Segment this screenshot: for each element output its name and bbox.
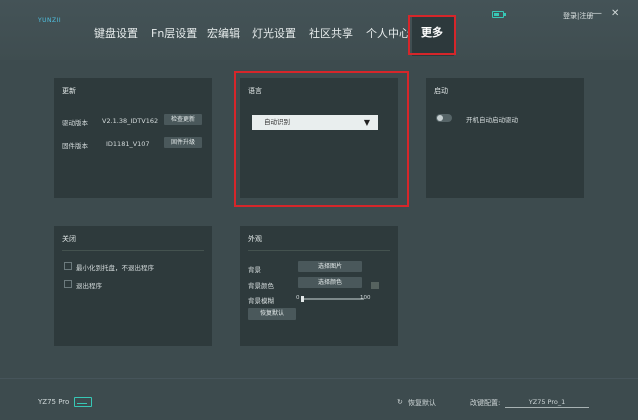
update-title: 更新 xyxy=(62,87,76,95)
blur-min: 0 xyxy=(296,295,300,301)
battery-icon xyxy=(492,11,506,18)
divider xyxy=(62,250,204,251)
close-title: 关闭 xyxy=(62,235,76,243)
blur-max: 100 xyxy=(360,295,371,301)
firmware-version-value: ID1181_V107 xyxy=(106,140,150,148)
footer-restore-default[interactable]: 恢复默认 xyxy=(408,398,436,408)
tab-personal-center[interactable]: 个人中心 xyxy=(366,25,410,41)
minimize-tray-checkbox[interactable] xyxy=(64,262,72,270)
toggle-knob xyxy=(437,115,443,121)
color-swatch[interactable] xyxy=(371,282,379,289)
autostart-label: 开机自动启动驱动 xyxy=(466,116,518,124)
highlight-box-language xyxy=(234,71,409,207)
blur-slider-handle[interactable] xyxy=(301,296,304,302)
tab-lighting[interactable]: 灯光设置 xyxy=(252,25,296,41)
tab-fn-layer[interactable]: Fn层设置 xyxy=(151,25,197,41)
background-color-label: 背景颜色 xyxy=(248,282,274,290)
background-label: 背景 xyxy=(248,266,261,274)
exit-program-label: 退出程序 xyxy=(76,282,102,290)
tab-keyboard-settings[interactable]: 键盘设置 xyxy=(94,25,138,41)
select-image-button[interactable]: 选择图片 xyxy=(298,261,362,272)
login-register-link[interactable]: 登录|注册 xyxy=(563,11,593,21)
highlight-box-more-tab xyxy=(408,15,456,55)
close-panel: 关闭 最小化到托盘，不退出程序 退出程序 xyxy=(54,226,212,346)
update-panel: 更新 驱动版本 V2.1.38_IDTV162 检查更新 固件版本 ID1181… xyxy=(54,78,212,198)
appearance-panel: 外观 背景 选择图片 背景颜色 选择颜色 背景模糊 0 100 恢复默认 xyxy=(240,226,398,346)
firmware-upgrade-button[interactable]: 固件升级 xyxy=(164,137,202,148)
close-icon[interactable]: ✕ xyxy=(611,8,619,19)
divider xyxy=(248,250,390,251)
exit-program-checkbox[interactable] xyxy=(64,280,72,288)
tab-community[interactable]: 社区共享 xyxy=(309,25,353,41)
blur-slider[interactable] xyxy=(302,298,364,300)
minimize-icon[interactable]: — xyxy=(592,8,602,19)
footer-divider xyxy=(0,378,638,379)
check-update-button[interactable]: 检查更新 xyxy=(164,114,202,125)
device-model: YZ75 Pro xyxy=(38,398,70,406)
blur-label: 背景模糊 xyxy=(248,297,274,305)
firmware-version-label: 固件版本 xyxy=(62,142,88,150)
profile-label: 改键配置: xyxy=(470,399,501,407)
startup-title: 启动 xyxy=(434,87,448,95)
driver-version-value: V2.1.38_IDTV162 xyxy=(102,117,159,125)
driver-version-label: 驱动版本 xyxy=(62,119,88,127)
appearance-title: 外观 xyxy=(248,235,262,243)
refresh-icon[interactable]: ↻ xyxy=(397,398,403,406)
brand-logo: YUNZII xyxy=(38,17,62,24)
autostart-toggle[interactable] xyxy=(436,114,452,122)
restore-default-button[interactable]: 恢复默认 xyxy=(248,308,296,320)
select-color-button[interactable]: 选择颜色 xyxy=(298,277,362,288)
tab-macro-editor[interactable]: 宏编辑 xyxy=(207,25,240,41)
profile-select[interactable]: YZ75 Pro_1 xyxy=(505,398,589,408)
startup-panel: 启动 开机自动启动驱动 xyxy=(426,78,584,198)
minimize-tray-label: 最小化到托盘，不退出程序 xyxy=(76,264,154,272)
keyboard-icon xyxy=(74,397,92,407)
